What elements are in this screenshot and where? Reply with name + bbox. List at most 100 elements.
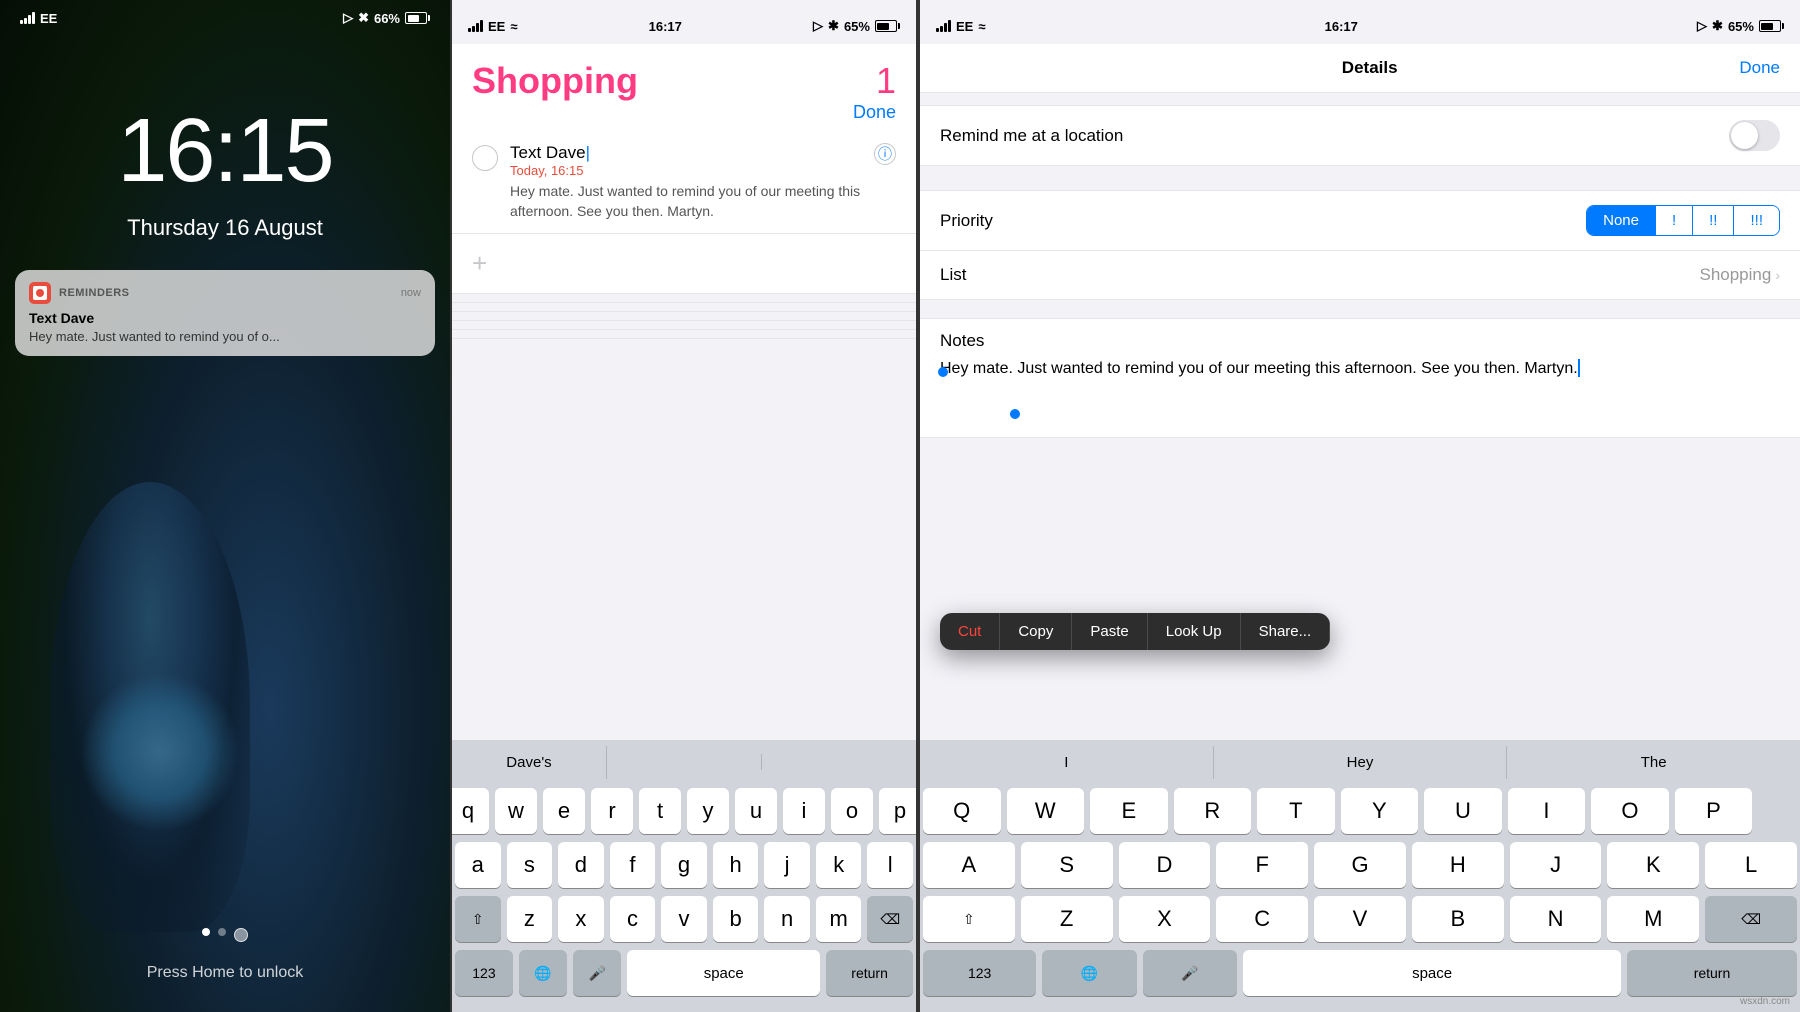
key-K[interactable]: K bbox=[1607, 842, 1699, 888]
autocomplete-hey[interactable]: Hey bbox=[1214, 746, 1508, 779]
home-indicator[interactable]: Press Home to unlock bbox=[0, 964, 450, 982]
key-Z[interactable]: Z bbox=[1021, 896, 1113, 942]
key-t[interactable]: t bbox=[639, 788, 681, 834]
key-w[interactable]: w bbox=[495, 788, 537, 834]
key-g[interactable]: g bbox=[661, 842, 707, 888]
key-d[interactable]: d bbox=[558, 842, 604, 888]
key-l[interactable]: l bbox=[867, 842, 913, 888]
key-k[interactable]: k bbox=[816, 842, 862, 888]
key-W[interactable]: W bbox=[1007, 788, 1085, 834]
key-D[interactable]: D bbox=[1119, 842, 1211, 888]
key-u[interactable]: u bbox=[735, 788, 777, 834]
add-reminder-row[interactable]: + bbox=[452, 234, 916, 294]
selection-handle-end[interactable] bbox=[1010, 409, 1020, 419]
key-b[interactable]: b bbox=[713, 896, 759, 942]
phone2-status-bar: EE ≈ 16:17 ▷ ✱ 65% bbox=[452, 0, 916, 44]
priority-none-button[interactable]: None bbox=[1587, 206, 1656, 235]
reminders-done-button[interactable]: Done bbox=[853, 102, 896, 123]
key-H[interactable]: H bbox=[1412, 842, 1504, 888]
key-a[interactable]: a bbox=[455, 842, 501, 888]
autocomplete-the[interactable]: The bbox=[1507, 746, 1800, 779]
context-cut-button[interactable]: Cut bbox=[940, 613, 1000, 650]
key-r[interactable]: r bbox=[591, 788, 633, 834]
key-z[interactable]: z bbox=[507, 896, 553, 942]
key-O[interactable]: O bbox=[1591, 788, 1669, 834]
key-R[interactable]: R bbox=[1174, 788, 1252, 834]
key-s[interactable]: s bbox=[507, 842, 553, 888]
key-h[interactable]: h bbox=[713, 842, 759, 888]
key-return-upper[interactable]: return bbox=[1627, 950, 1797, 996]
phone3-keyboard-row-4: 123 🌐 🎤 space return bbox=[923, 950, 1797, 996]
key-return[interactable]: return bbox=[826, 950, 913, 996]
key-P[interactable]: P bbox=[1675, 788, 1753, 834]
key-shift-upper[interactable]: ⇧ bbox=[923, 896, 1015, 942]
notes-text-content[interactable]: Hey mate. Just wanted to remind you of o… bbox=[940, 357, 1780, 381]
key-delete-upper[interactable]: ⌫ bbox=[1705, 896, 1797, 942]
keyboard-row-1: q w e r t y u i o p bbox=[455, 788, 913, 834]
key-N[interactable]: N bbox=[1510, 896, 1602, 942]
key-123[interactable]: 123 bbox=[455, 950, 513, 996]
key-space[interactable]: space bbox=[627, 950, 820, 996]
key-E[interactable]: E bbox=[1090, 788, 1168, 834]
section-divider bbox=[452, 294, 916, 302]
key-L[interactable]: L bbox=[1705, 842, 1797, 888]
context-paste-button[interactable]: Paste bbox=[1072, 613, 1147, 650]
status-left: EE bbox=[20, 11, 57, 26]
key-j[interactable]: j bbox=[764, 842, 810, 888]
key-M[interactable]: M bbox=[1607, 896, 1699, 942]
key-e[interactable]: e bbox=[543, 788, 585, 834]
key-A[interactable]: A bbox=[923, 842, 1015, 888]
details-done-button[interactable]: Done bbox=[1739, 58, 1780, 78]
key-q[interactable]: q bbox=[450, 788, 489, 834]
priority-low-button[interactable]: ! bbox=[1656, 206, 1693, 235]
context-share-button[interactable]: Share... bbox=[1241, 613, 1331, 650]
key-mic[interactable]: 🎤 bbox=[573, 950, 621, 996]
key-o[interactable]: o bbox=[831, 788, 873, 834]
autocomplete-daves[interactable]: Dave's bbox=[452, 746, 607, 779]
selection-handle-start[interactable] bbox=[938, 367, 948, 377]
context-copy-button[interactable]: Copy bbox=[1000, 613, 1072, 650]
key-c[interactable]: c bbox=[610, 896, 656, 942]
phone3-clock: 16:17 bbox=[1325, 19, 1358, 34]
key-globe-upper[interactable]: 🌐 bbox=[1042, 950, 1136, 996]
priority-medium-button[interactable]: !! bbox=[1693, 206, 1734, 235]
keyboard-row-3: ⇧ z x c v b n m ⌫ bbox=[455, 896, 913, 942]
key-m[interactable]: m bbox=[816, 896, 862, 942]
key-n[interactable]: n bbox=[764, 896, 810, 942]
wifi-icon: ≈ bbox=[510, 19, 517, 34]
key-delete[interactable]: ⌫ bbox=[867, 896, 913, 942]
key-x[interactable]: x bbox=[558, 896, 604, 942]
key-V[interactable]: V bbox=[1314, 896, 1406, 942]
reminder-checkbox[interactable] bbox=[472, 145, 498, 171]
key-Y[interactable]: Y bbox=[1341, 788, 1419, 834]
context-lookup-button[interactable]: Look Up bbox=[1148, 613, 1241, 650]
notes-section: Notes Hey mate. Just wanted to remind yo… bbox=[920, 318, 1800, 438]
priority-high-button[interactable]: !!! bbox=[1734, 206, 1779, 235]
notification-banner[interactable]: REMINDERS now Text Dave Hey mate. Just w… bbox=[15, 270, 435, 356]
key-T[interactable]: T bbox=[1257, 788, 1335, 834]
key-123-upper[interactable]: 123 bbox=[923, 950, 1036, 996]
key-y[interactable]: y bbox=[687, 788, 729, 834]
key-I[interactable]: I bbox=[1508, 788, 1586, 834]
key-Q[interactable]: Q bbox=[923, 788, 1001, 834]
reminder-info-button[interactable]: ⓘ bbox=[874, 143, 896, 165]
key-globe[interactable]: 🌐 bbox=[519, 950, 567, 996]
key-space-upper[interactable]: space bbox=[1243, 950, 1621, 996]
key-i[interactable]: i bbox=[783, 788, 825, 834]
location-toggle[interactable] bbox=[1729, 120, 1780, 151]
key-shift[interactable]: ⇧ bbox=[455, 896, 501, 942]
key-F[interactable]: F bbox=[1216, 842, 1308, 888]
key-X[interactable]: X bbox=[1119, 896, 1211, 942]
phone2-clock: 16:17 bbox=[649, 19, 682, 34]
key-C[interactable]: C bbox=[1216, 896, 1308, 942]
key-U[interactable]: U bbox=[1424, 788, 1502, 834]
key-f[interactable]: f bbox=[610, 842, 656, 888]
key-B[interactable]: B bbox=[1412, 896, 1504, 942]
key-S[interactable]: S bbox=[1021, 842, 1113, 888]
key-p[interactable]: p bbox=[879, 788, 918, 834]
autocomplete-i[interactable]: I bbox=[920, 746, 1214, 779]
key-v[interactable]: v bbox=[661, 896, 707, 942]
key-mic-upper[interactable]: 🎤 bbox=[1143, 950, 1237, 996]
key-J[interactable]: J bbox=[1510, 842, 1602, 888]
key-G[interactable]: G bbox=[1314, 842, 1406, 888]
